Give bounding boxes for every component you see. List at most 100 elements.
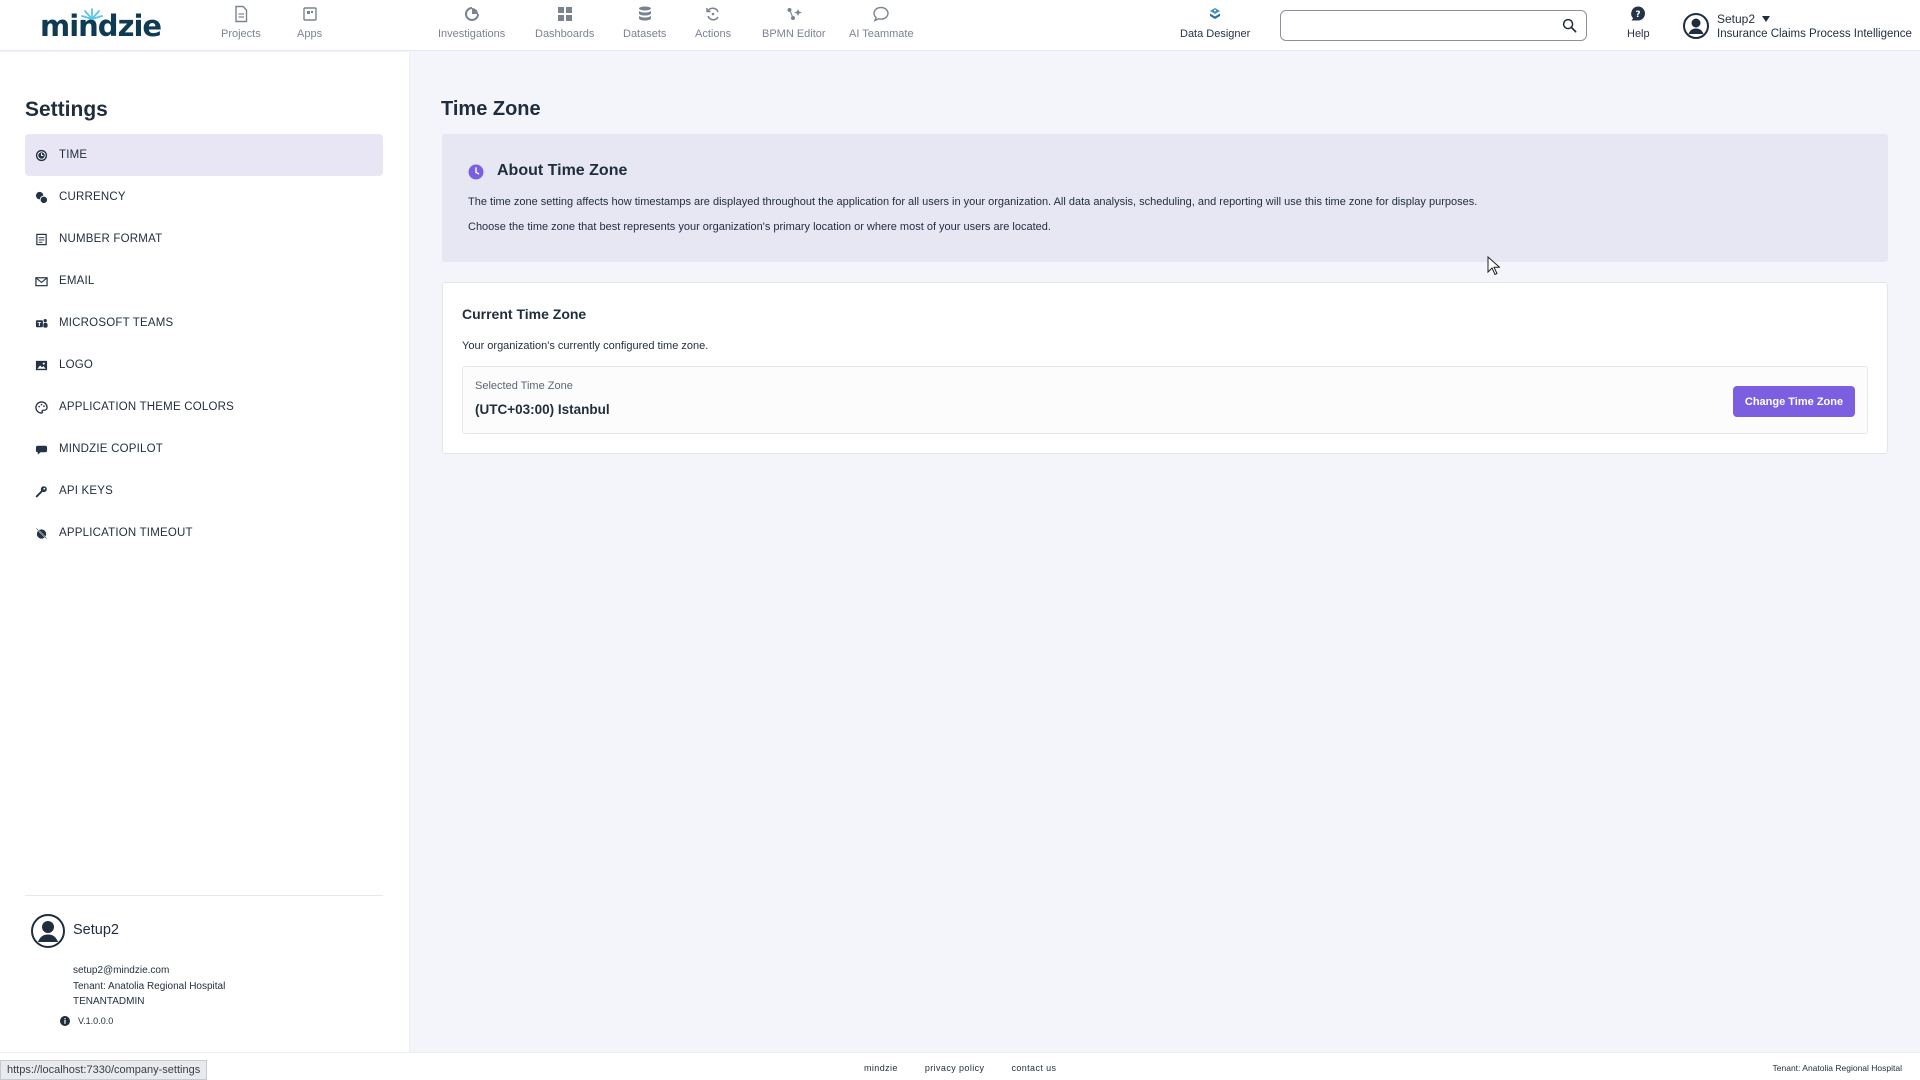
current-project-name: Insurance Claims Process Intelligence: [1717, 28, 1912, 40]
top-navigation-bar: mindzie Projects Apps Investigations Das…: [0, 0, 1920, 51]
dashboard-grid-icon: [557, 7, 572, 21]
about-time-zone-panel: About Time Zone The time zone setting af…: [442, 134, 1888, 262]
nav-apps[interactable]: Apps: [297, 5, 322, 45]
user-profile-panel: Setup2 setup2@mindzie.com Tenant: Anatol…: [25, 895, 383, 1026]
app-version-text: V.1.0.0.0: [78, 1016, 114, 1026]
global-search: [1280, 10, 1587, 41]
profile-role: TENANTADMIN: [73, 996, 145, 1007]
nav-ai-teammate[interactable]: AI Teammate: [849, 5, 914, 45]
page-footer: mindzie privacy policy contact us Tenant…: [0, 1052, 1920, 1080]
clock-icon: [468, 164, 484, 180]
key-icon: [35, 485, 47, 497]
nav-actions[interactable]: Actions: [695, 5, 731, 45]
nav-projects-label: Projects: [221, 28, 261, 40]
profile-avatar-icon: [31, 914, 65, 948]
chat-bubble-icon: [873, 6, 889, 22]
number-format-icon: [36, 233, 47, 245]
sidebar-item-microsoft-teams[interactable]: T MICROSOFT TEAMS: [25, 302, 383, 344]
selected-time-zone-label: Selected Time Zone: [475, 380, 573, 392]
image-icon: [35, 360, 48, 370]
change-time-zone-button[interactable]: Change Time Zone: [1733, 386, 1855, 417]
nav-actions-label: Actions: [695, 28, 732, 40]
nav-datasets[interactable]: Datasets: [623, 5, 666, 45]
sidebar-item-application-theme-colors[interactable]: APPLICATION THEME COLORS: [25, 386, 383, 428]
settings-menu: TIME CURRENCY NUMBER FORMAT EMAIL T MICR…: [25, 134, 383, 554]
nav-help[interactable]: ? Help: [1627, 5, 1650, 45]
footer-link-privacy-policy[interactable]: privacy policy: [925, 1063, 985, 1073]
footer-link-mindzie[interactable]: mindzie: [864, 1063, 898, 1073]
apps-icon: [302, 7, 317, 21]
teams-icon: T: [35, 318, 48, 327]
sidebar-item-label: NUMBER FORMAT: [59, 233, 163, 245]
info-circle-icon: [60, 1016, 70, 1026]
sidebar-item-application-timeout[interactable]: APPLICATION TIMEOUT: [25, 512, 383, 554]
footer-link-contact-us[interactable]: contact us: [1011, 1063, 1056, 1073]
help-bubble-icon: ?: [1631, 6, 1646, 21]
sidebar-item-label: API KEYS: [59, 485, 114, 497]
data-designer-icon: [1210, 8, 1221, 19]
mindzie-logo[interactable]: mindzie: [40, 8, 162, 44]
svg-text:T: T: [38, 321, 42, 327]
copilot-icon: [35, 445, 48, 455]
nav-dashboards[interactable]: Dashboards: [535, 5, 594, 45]
page-title: Time Zone: [441, 98, 541, 120]
nav-investigations-label: Investigations: [438, 28, 506, 40]
current-time-zone-description: Your organization's currently configured…: [462, 340, 709, 352]
logo-spark-icon: [81, 8, 103, 20]
sidebar-item-time[interactable]: TIME: [25, 134, 383, 176]
document-icon: [235, 5, 248, 23]
user-menu[interactable]: Setup2 Insurance Claims Process Intellig…: [1683, 10, 1912, 42]
sidebar-item-label: LOGO: [59, 359, 94, 371]
sidebar-item-number-format[interactable]: NUMBER FORMAT: [25, 218, 383, 260]
sidebar-item-label: CURRENCY: [59, 191, 126, 203]
selected-time-zone-box: Selected Time Zone (UTC+03:00) Istanbul …: [462, 366, 1868, 434]
sidebar-item-label: MICROSOFT TEAMS: [59, 317, 174, 329]
about-paragraph-2: Choose the time zone that best represent…: [468, 221, 1051, 233]
clock-icon: [35, 149, 48, 161]
nav-help-label: Help: [1627, 28, 1650, 40]
sidebar-item-currency[interactable]: CURRENCY: [25, 176, 383, 218]
sidebar-item-api-keys[interactable]: API KEYS: [25, 470, 383, 512]
sidebar-item-label: APPLICATION THEME COLORS: [59, 401, 234, 413]
search-icon[interactable]: [1562, 18, 1577, 33]
browser-status-url: https://localhost:7330/company-settings: [0, 1060, 208, 1080]
nav-ai-teammate-label: AI Teammate: [849, 28, 914, 40]
investigation-icon: [464, 7, 479, 21]
current-time-zone-heading: Current Time Zone: [462, 306, 587, 322]
palette-icon: [35, 400, 48, 414]
profile-tenant: Tenant: Anatolia Regional Hospital: [73, 980, 226, 992]
mouse-cursor-icon: [1487, 256, 1500, 276]
caret-down-icon: [1762, 16, 1771, 22]
timer-off-icon: [35, 527, 48, 539]
settings-sidebar: Settings TIME CURRENCY NUMBER FORMAT EMA…: [0, 52, 410, 1052]
svg-text:?: ?: [1636, 10, 1641, 20]
nav-bpmn-editor-label: BPMN Editor: [762, 28, 826, 40]
settings-title: Settings: [25, 98, 108, 121]
bpmn-icon: [787, 8, 802, 20]
about-paragraph-1: The time zone setting affects how timest…: [468, 196, 1478, 208]
nav-projects[interactable]: Projects: [221, 5, 261, 45]
nav-bpmn-editor[interactable]: BPMN Editor: [762, 5, 826, 45]
sidebar-item-label: APPLICATION TIMEOUT: [59, 527, 193, 539]
profile-email: setup2@mindzie.com: [73, 965, 170, 976]
sidebar-item-email[interactable]: EMAIL: [25, 260, 383, 302]
nav-apps-label: Apps: [297, 28, 323, 40]
nav-investigations[interactable]: Investigations: [438, 5, 505, 45]
sidebar-item-label: EMAIL: [59, 275, 95, 287]
nav-dashboards-label: Dashboards: [535, 28, 595, 40]
database-icon: [638, 6, 651, 21]
selected-time-zone-value: (UTC+03:00) Istanbul: [475, 402, 610, 417]
sidebar-item-logo[interactable]: LOGO: [25, 344, 383, 386]
about-heading: About Time Zone: [497, 162, 628, 179]
nav-data-designer[interactable]: Data Designer: [1180, 5, 1250, 45]
app-version: V.1.0.0.0: [60, 1016, 114, 1026]
search-input[interactable]: [1281, 11, 1551, 40]
profile-name: Setup2: [73, 922, 119, 938]
footer-tenant: Tenant: Anatolia Regional Hospital: [1772, 1063, 1902, 1073]
nav-datasets-label: Datasets: [623, 28, 667, 40]
currency-icon: [35, 191, 48, 204]
envelope-icon: [35, 276, 48, 286]
nav-data-designer-label: Data Designer: [1180, 28, 1251, 40]
user-avatar-icon: [1683, 13, 1709, 39]
sidebar-item-mindzie-copilot[interactable]: MINDZIE COPILOT: [25, 428, 383, 470]
